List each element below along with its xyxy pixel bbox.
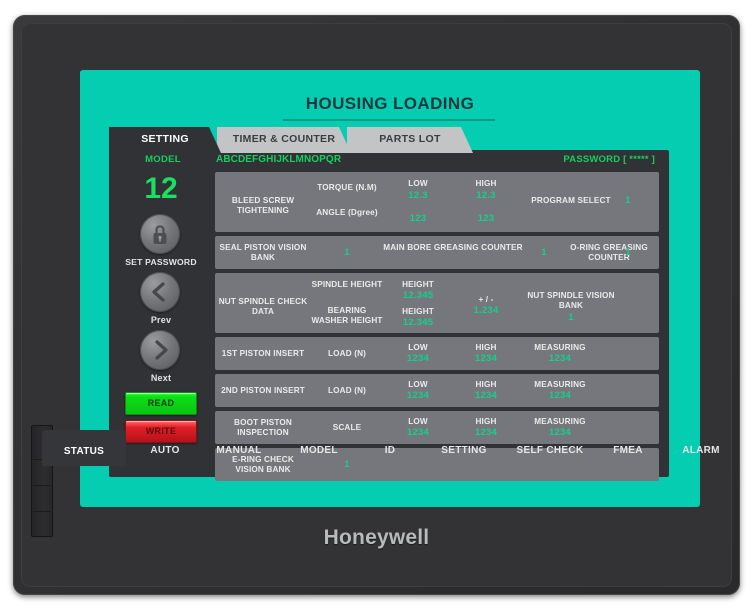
high-header: HIGH [475,417,497,426]
tab-parts-lot[interactable]: PARTS LOT [347,127,473,153]
o-ring-greasing-counter-value[interactable]: 1 [603,248,653,258]
next-button[interactable] [140,330,180,370]
tolerance-value[interactable]: 1.234 [453,306,519,316]
low-value[interactable]: 1234 [385,354,451,364]
set-password-label: SET PASSWORD [125,257,197,267]
nut-spindle-vision-bank-label: NUT SPINDLE VISION BANK [527,291,615,310]
row-sub-label: ANGLE (Dgree) [316,208,378,217]
page-title-underline [283,119,495,121]
hmi-device: HOUSING LOADING SETTING TIMER & COUNTER … [13,15,740,595]
spindle-height-value[interactable]: 12.345 [385,291,451,301]
program-select-value[interactable]: 1 [603,196,653,206]
high-header: HIGH [475,343,497,352]
low-header: LOW [408,380,428,389]
prev-button[interactable] [140,272,180,312]
table-row[interactable]: 1ST PISTON INSERT LOAD (N) LOW HIGH MEAS… [215,337,659,370]
measuring-value[interactable]: 1234 [521,391,599,401]
row-sub-label: SPINDLE HEIGHT [311,280,383,289]
table-row[interactable]: SEAL PISTON VISION BANK 1 MAIN BORE GREA… [215,236,659,269]
height-header: HEIGHT [402,307,434,316]
nav-item-manual[interactable]: MANUAL [202,436,276,466]
setting-panel: MODEL ABCDEFGHIJKLMNOPQR PASSWORD [ ****… [109,150,669,481]
bottom-navbar: STATUS AUTO MANUAL MODEL ID SETTING SELF… [42,430,719,474]
nav-item-id[interactable]: ID [364,436,416,466]
nav-item-setting[interactable]: SETTING [426,436,502,466]
seal-piston-vision-bank-value[interactable]: 1 [311,248,383,258]
row-sub-label: LOAD (N) [327,349,367,358]
chevron-right-icon [155,340,168,360]
nav-item-status[interactable]: STATUS [42,430,126,466]
next-label: Next [150,373,172,383]
high-value[interactable]: 1234 [453,354,519,364]
table-row[interactable]: 2ND PISTON INSERT LOAD (N) LOW HIGH MEAS… [215,374,659,407]
panel-header: MODEL ABCDEFGHIJKLMNOPQR PASSWORD [ ****… [109,150,669,172]
row-label: SEAL PISTON VISION BANK [219,243,307,262]
low-value[interactable]: 123 [385,214,451,224]
read-button[interactable]: READ [125,392,197,415]
settings-table: BLEED SCREW TIGHTENING TORQUE (N.M) ANGL… [215,172,659,481]
tab-timer-and-counter[interactable]: TIMER & COUNTER [217,127,351,153]
tab-setting[interactable]: SETTING [109,127,221,153]
password-status[interactable]: PASSWORD [ ***** ] [563,154,655,165]
row-sub-label: TORQUE (N.M) [317,183,377,192]
nav-item-self-check[interactable]: SELF CHECK [504,436,596,466]
row-label: BLEED SCREW TIGHTENING [231,196,295,215]
low-header: LOW [408,179,428,188]
row-label: 2ND PISTON INSERT [221,386,305,395]
set-password-button[interactable] [140,214,180,254]
row-sub-label: BEARING WASHER HEIGHT [311,306,383,325]
tolerance-label: + / - [478,295,494,304]
measuring-header: MEASURING [534,380,586,389]
low-value[interactable]: 1234 [385,391,451,401]
row-label: 1ST PISTON INSERT [221,349,305,358]
chevron-left-icon [152,282,165,302]
low-header: LOW [408,417,428,426]
prev-label: Prev [150,315,172,325]
nut-spindle-vision-bank-value[interactable]: 1 [515,313,627,323]
table-row[interactable]: BLEED SCREW TIGHTENING TORQUE (N.M) ANGL… [215,172,659,232]
model-label: MODEL [145,154,181,165]
main-bore-greasing-counter-label: MAIN BORE GREASING COUNTER [383,243,523,252]
measuring-header: MEASURING [534,343,586,352]
honeywell-logo: Honeywell [323,526,430,549]
high-value[interactable]: 1234 [453,391,519,401]
high-value[interactable]: 123 [453,214,519,224]
row-label: NUT SPINDLE CHECK DATA [218,297,308,316]
model-number-value: 12 [144,172,178,205]
low-header: LOW [408,343,428,352]
model-code-value[interactable]: ABCDEFGHIJKLMNOPQR [216,154,341,165]
lock-icon [153,225,167,244]
nav-item-auto[interactable]: AUTO [134,436,196,466]
measuring-header: MEASURING [534,417,586,426]
table-row[interactable]: NUT SPINDLE CHECK DATA SPINDLE HEIGHT BE… [215,273,659,333]
bearing-washer-height-value[interactable]: 12.345 [385,318,451,328]
row-sub-label: LOAD (N) [327,386,367,395]
measuring-value[interactable]: 1234 [521,354,599,364]
high-header: HIGH [475,380,497,389]
low-value[interactable]: 12.3 [385,191,451,201]
nav-item-model[interactable]: MODEL [284,436,354,466]
height-header: HEIGHT [402,280,434,289]
high-value[interactable]: 12.3 [453,191,519,201]
nav-item-fmea[interactable]: FMEA [598,436,658,466]
page-title: HOUSING LOADING [305,94,475,113]
nav-item-alarm[interactable]: ALARM [666,436,736,466]
high-header: HIGH [475,179,497,188]
